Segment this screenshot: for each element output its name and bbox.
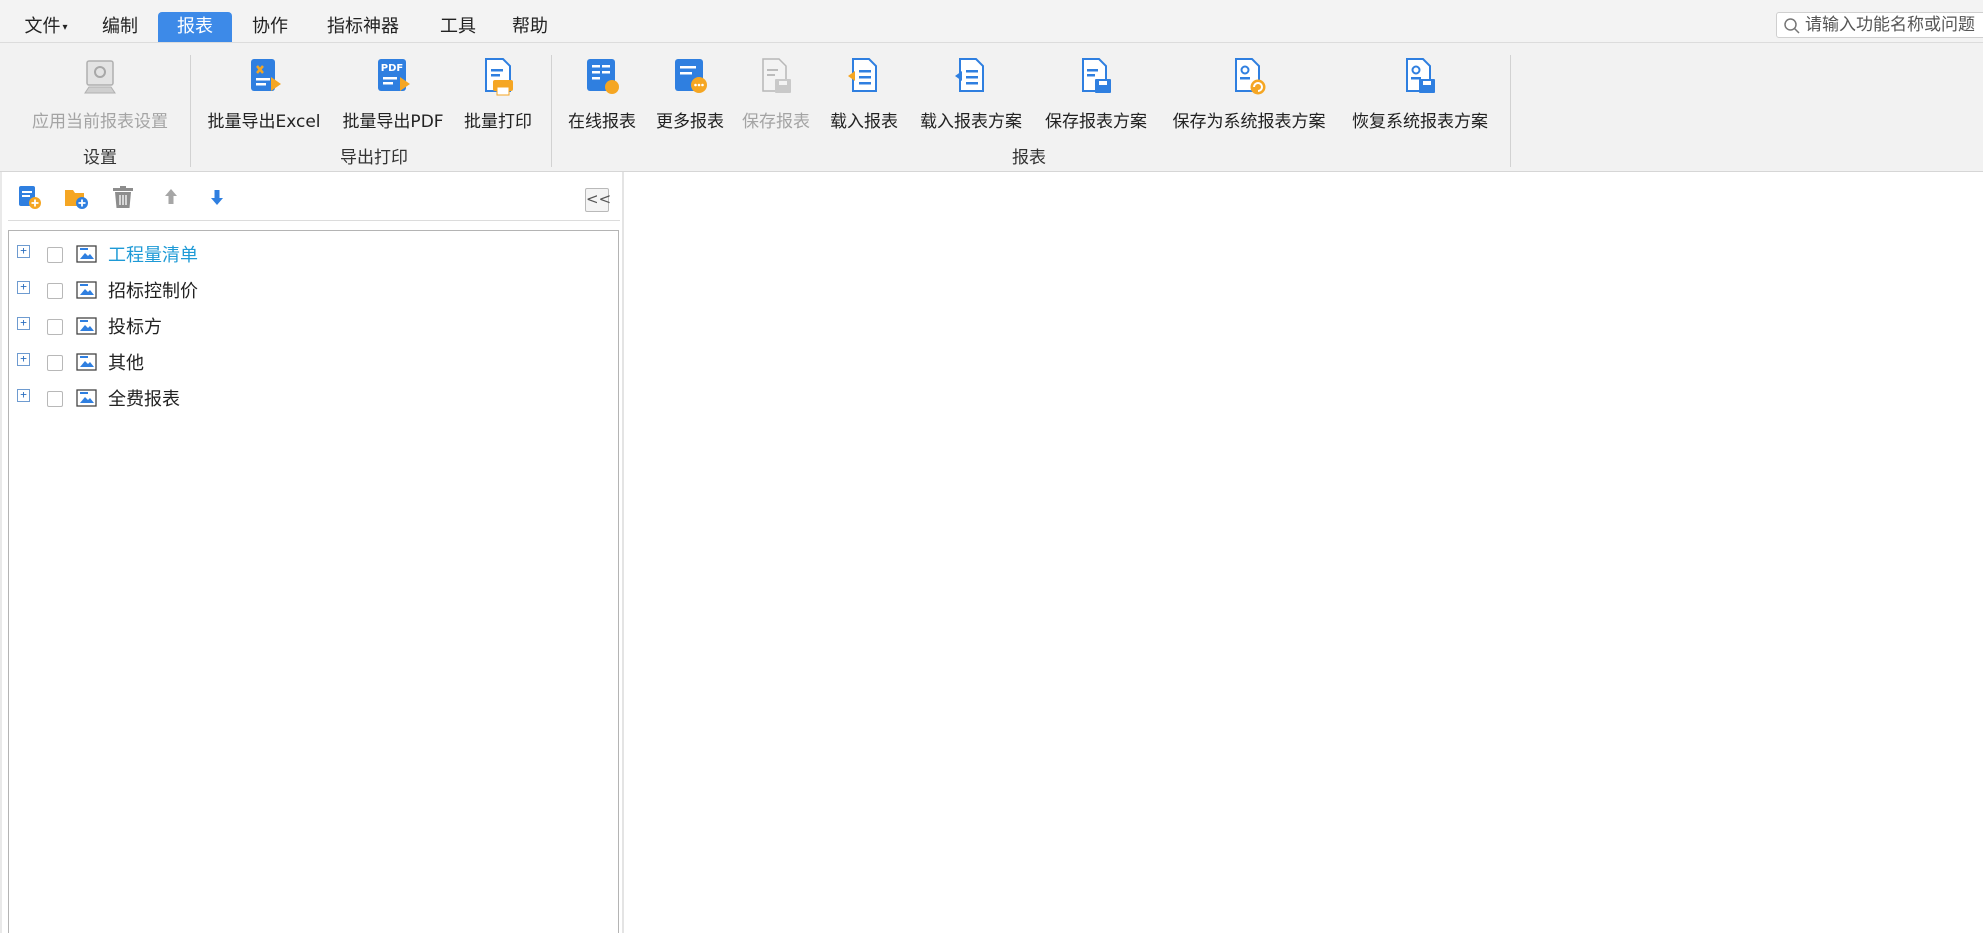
pdf-export-icon: PDF [378,59,410,91]
report-folder-icon [76,389,97,407]
more-reports-icon [675,59,707,93]
save-scheme-icon [1082,58,1111,93]
report-folder-icon [76,281,97,299]
report-preview-area [624,172,1983,933]
menu-file[interactable]: 文件 ▾ [20,12,72,42]
tree-item-label: 工程量清单 [108,245,198,266]
tree-item-checkbox[interactable] [47,319,63,335]
expand-icon[interactable]: + [17,281,30,294]
expand-icon[interactable]: + [17,353,30,366]
restore-system-scheme-label: 恢复系统报表方案 [1352,112,1488,132]
tree-item-checkbox[interactable] [47,355,63,371]
online-report-button[interactable]: 在线报表 [564,57,640,133]
tree-item-bill-of-quantities[interactable]: + 工程量清单 [9,239,609,269]
report-tree: + 工程量清单 + 招标控制价 + 投标方 + 其他 + 全费报表 [8,230,619,933]
batch-export-pdf-label: 批量导出PDF [342,112,444,132]
tree-item-checkbox[interactable] [47,283,63,299]
group-divider [1510,55,1511,167]
tree-item-tender-control-price[interactable]: + 招标控制价 [9,275,609,305]
apply-settings-button[interactable]: 应用当前报表设置 [22,57,178,133]
menu-bar: 文件 ▾ 编制 报表 协作 指标神器 工具 帮助 [0,0,1983,42]
report-folder-icon [76,245,97,263]
expand-icon[interactable]: + [17,317,30,330]
tree-item-bidder[interactable]: + 投标方 [9,311,609,341]
load-report-button[interactable]: 载入报表 [824,57,904,133]
batch-print-label: 批量打印 [464,112,532,132]
add-report-icon[interactable] [16,184,42,210]
caret-down-icon: ▾ [62,22,68,33]
move-down-icon[interactable] [204,184,230,210]
search-icon [1784,18,1800,34]
print-icon [485,58,513,96]
report-folder-icon [76,353,97,371]
load-scheme-label: 载入报表方案 [920,112,1022,132]
save-report-label: 保存报表 [742,112,810,132]
tree-item-label: 全费报表 [108,389,180,410]
tree-item-other[interactable]: + 其他 [9,347,609,377]
tree-item-label: 招标控制价 [108,281,198,302]
move-up-icon[interactable] [158,184,184,210]
save-report-scheme-button[interactable]: 保存报表方案 [1040,57,1152,133]
ribbon: 应用当前报表设置 设置 批量导出Excel PDF 批量导出PDF 批量打印 导… [0,42,1983,172]
apply-settings-label: 应用当前报表设置 [32,112,168,132]
online-report-label: 在线报表 [568,112,636,132]
batch-print-button[interactable]: 批量打印 [460,57,536,133]
tree-item-label: 投标方 [108,317,162,338]
online-report-icon [587,59,619,94]
excel-export-icon [251,59,281,91]
tree-item-checkbox[interactable] [47,391,63,407]
more-reports-button[interactable]: 更多报表 [652,57,728,133]
menu-edit[interactable]: 编制 [96,12,144,42]
load-report-icon [848,58,877,92]
save-system-scheme-icon [1235,58,1266,95]
save-as-system-scheme-button[interactable]: 保存为系统报表方案 [1166,57,1332,133]
menu-file-label: 文件 [24,16,61,37]
collapse-panel-button[interactable]: << [585,188,611,212]
menu-help[interactable]: 帮助 [506,12,554,42]
menu-indicator[interactable]: 指标神器 [320,12,406,42]
load-report-label: 载入报表 [830,112,898,132]
restore-system-scheme-button[interactable]: 恢复系统报表方案 [1346,57,1494,133]
left-edge [0,172,2,933]
app-window: 文件▾ 编制 报表 协作 指标神器 工具 帮助 应用当前报表设置 设置 [0,0,1983,933]
load-report-scheme-button[interactable]: 载入报表方案 [916,57,1026,133]
group-divider [190,55,191,167]
more-reports-label: 更多报表 [656,112,724,132]
batch-export-excel-label: 批量导出Excel [207,112,321,132]
load-scheme-icon [955,58,984,92]
save-report-button[interactable]: 保存报表 [738,57,814,133]
search-input[interactable] [1805,13,1983,37]
tree-item-label: 其他 [108,353,144,374]
toolbar-divider [8,220,620,221]
menu-tools[interactable]: 工具 [434,12,482,42]
tree-item-checkbox[interactable] [47,247,63,263]
group-label-report: 报表 [1012,148,1046,168]
report-settings-icon [84,60,116,94]
restore-system-scheme-icon [1406,58,1435,93]
group-divider [551,55,552,167]
tree-toolbar [0,178,620,218]
report-folder-icon [76,317,97,335]
group-label-export: 导出打印 [340,148,408,168]
batch-export-pdf-button[interactable]: PDF 批量导出PDF [338,57,448,133]
save-system-scheme-label: 保存为系统报表方案 [1172,112,1326,132]
add-folder-icon[interactable] [63,184,89,210]
group-label-settings: 设置 [83,148,117,168]
expand-icon[interactable]: + [17,389,30,402]
expand-icon[interactable]: + [17,245,30,258]
search-box [1776,12,1983,38]
svg-text:PDF: PDF [381,63,403,74]
save-report-icon [762,58,791,93]
delete-icon[interactable] [110,184,136,210]
menu-collab[interactable]: 协作 [246,12,294,42]
menu-report[interactable]: 报表 [158,12,232,42]
save-scheme-label: 保存报表方案 [1045,112,1147,132]
tree-item-full-cost-report[interactable]: + 全费报表 [9,383,609,413]
batch-export-excel-button[interactable]: 批量导出Excel [204,57,324,133]
